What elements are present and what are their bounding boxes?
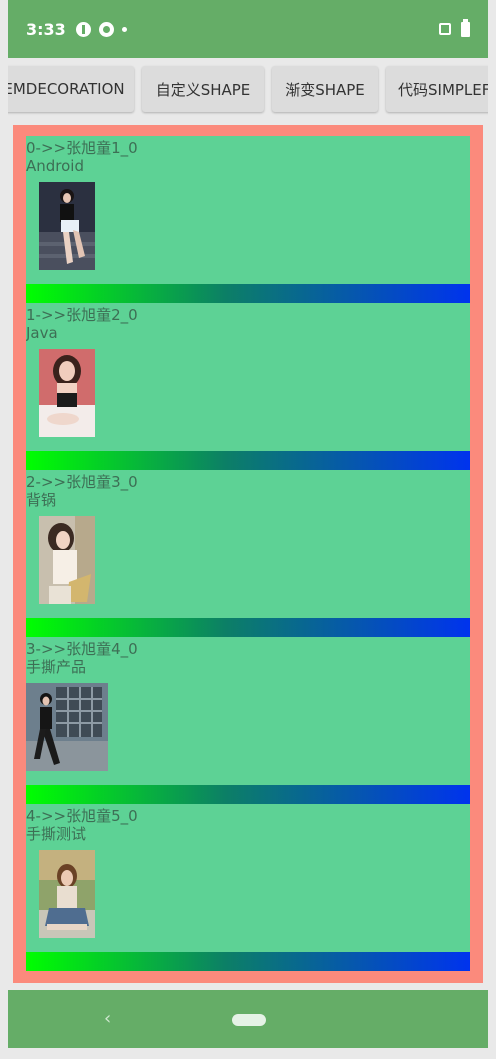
status-bar: 3:33 [8, 0, 488, 58]
item-title: 3->>张旭童4_0 [26, 640, 138, 658]
dot-icon [121, 26, 127, 32]
gradient-divider [26, 618, 470, 637]
list-item[interactable]: 4->>张旭童5_0 手撕测试 [26, 804, 470, 971]
gradient-divider [26, 284, 470, 303]
photo-portrait [39, 850, 95, 938]
item-title: 0->>张旭童1_0 [26, 139, 138, 157]
back-icon[interactable]: ‹ [104, 1008, 111, 1029]
item-title: 2->>张旭童3_0 [26, 473, 138, 491]
list-item[interactable]: 0->>张旭童1_0 Android [26, 136, 470, 303]
item-subtitle: Android [26, 157, 84, 175]
status-time: 3:33 [26, 19, 66, 39]
gradient-divider [26, 785, 470, 804]
p-circle-icon [75, 21, 91, 37]
vibrate-icon [439, 23, 451, 35]
item-title: 1->>张旭童2_0 [26, 306, 138, 324]
gradient-divider [26, 952, 470, 971]
item-subtitle: 手撕测试 [26, 825, 87, 843]
recycler-view[interactable]: 0->>张旭童1_0 Android 1->>张旭童2_0 Java 2->>张… [26, 136, 470, 971]
custom-shape-button[interactable]: 自定义SHAPE [142, 66, 264, 112]
photo-landscape [26, 683, 108, 771]
photo-portrait [39, 182, 95, 270]
battery-icon [461, 18, 470, 37]
list-item[interactable]: 1->>张旭童2_0 Java [26, 303, 470, 470]
navigation-bar: ‹ [8, 990, 488, 1048]
button-toolbar: EMDECORATION 自定义SHAPE 渐变SHAPE 代码SIMPLEF [8, 58, 488, 120]
home-pill-icon[interactable] [232, 1014, 266, 1026]
code-simple-button[interactable]: 代码SIMPLEF [386, 66, 488, 112]
item-subtitle: 背锅 [26, 491, 57, 509]
item-subtitle: 手撕产品 [26, 658, 87, 676]
list-item[interactable]: 3->>张旭童4_0 手撕产品 [26, 637, 470, 804]
recycler-view-frame: 0->>张旭童1_0 Android 1->>张旭童2_0 Java 2->>张… [13, 125, 483, 983]
item-title: 4->>张旭童5_0 [26, 807, 138, 825]
gradient-divider [26, 451, 470, 470]
itemdecoration-button[interactable]: EMDECORATION [8, 66, 134, 112]
item-subtitle: Java [26, 324, 58, 342]
list-item[interactable]: 2->>张旭童3_0 背锅 [26, 470, 470, 637]
gradient-shape-button[interactable]: 渐变SHAPE [272, 66, 378, 112]
photo-portrait [39, 349, 95, 437]
q-circle-icon [98, 21, 114, 37]
photo-portrait [39, 516, 95, 604]
status-icons-right [439, 18, 470, 37]
status-icons-left [75, 21, 127, 37]
